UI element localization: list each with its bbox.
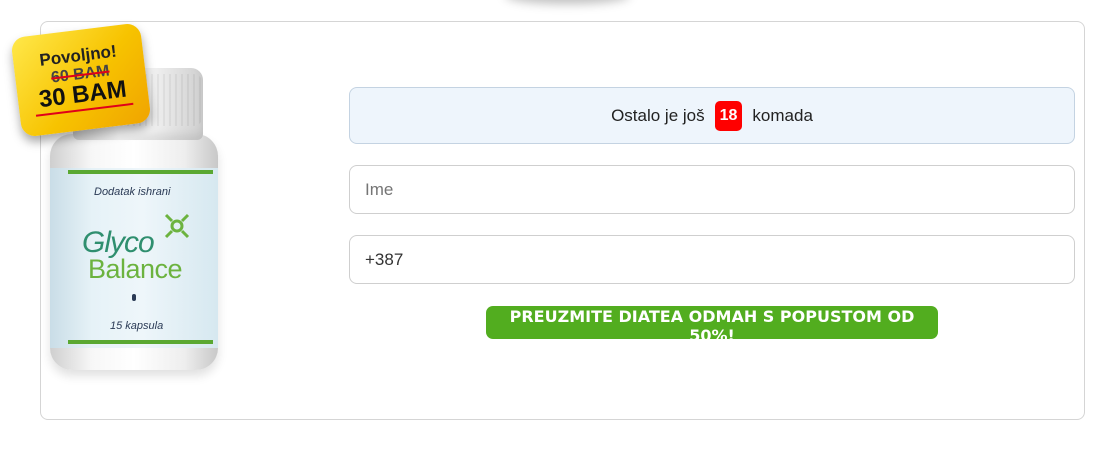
phone-input[interactable] xyxy=(349,235,1075,284)
label-band-top xyxy=(68,170,213,174)
brand-logo-icon xyxy=(164,213,190,239)
order-submit-button[interactable]: PREUZMITE DIATEA ODMAH S POPUSTOM OD 50%… xyxy=(486,306,938,345)
brand-name-line2: Balance xyxy=(88,254,183,284)
capsule-count: 15 kapsula xyxy=(110,320,164,332)
stock-notice: Ostalo je još 18 komada xyxy=(349,87,1075,144)
stock-prefix: Ostalo je još xyxy=(611,105,705,125)
label-subtitle: Dodatak ishrani xyxy=(94,186,171,198)
price-sticker: Povoljno! 60 BAM 30 BAM xyxy=(10,22,152,138)
name-input[interactable] xyxy=(349,165,1075,214)
stock-count-badge: 18 xyxy=(714,100,743,131)
stock-suffix: komada xyxy=(752,105,813,125)
label-band-bottom xyxy=(68,340,213,344)
label-dot xyxy=(132,294,136,301)
